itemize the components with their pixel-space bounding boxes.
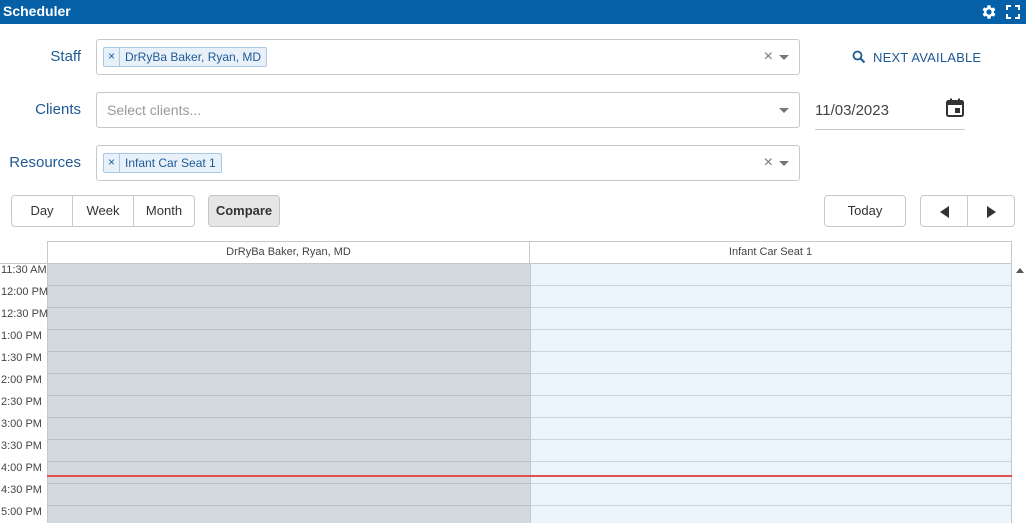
time-row: 4:00 PM <box>0 462 1012 484</box>
next-available-label: NEXT AVAILABLE <box>873 50 982 65</box>
calendar-icon[interactable] <box>946 98 964 123</box>
resource-slot[interactable] <box>530 330 1012 352</box>
resource-slot[interactable] <box>530 462 1012 484</box>
time-row: 5:00 PM <box>0 506 1012 523</box>
time-label: 5:00 PM <box>1 506 42 518</box>
staff-slot[interactable] <box>47 352 530 374</box>
time-label: 12:00 PM <box>1 286 49 298</box>
resource-slot[interactable] <box>530 374 1012 396</box>
resource-slot[interactable] <box>530 264 1012 286</box>
resource-slot[interactable] <box>530 506 1012 523</box>
current-time-indicator <box>47 475 1012 477</box>
resource-slot[interactable] <box>530 396 1012 418</box>
resource-slot[interactable] <box>530 308 1012 330</box>
staff-slot[interactable] <box>47 374 530 396</box>
date-field[interactable]: 11/03/2023 <box>815 96 965 130</box>
time-row: 2:00 PM <box>0 374 1012 396</box>
time-label: 2:30 PM <box>1 396 42 408</box>
chevron-down-icon[interactable] <box>779 108 789 113</box>
clear-resources-icon[interactable]: × <box>764 154 773 172</box>
staff-label: Staff <box>50 48 81 65</box>
column-header-resource: Infant Car Seat 1 <box>529 241 1012 263</box>
staff-slot[interactable] <box>47 484 530 506</box>
previous-button[interactable] <box>920 195 968 227</box>
time-row: 3:00 PM <box>0 418 1012 440</box>
time-row: 12:00 PM <box>0 286 1012 308</box>
time-row: 1:30 PM <box>0 352 1012 374</box>
app-title: Scheduler <box>3 3 71 19</box>
staff-slot[interactable] <box>47 506 530 523</box>
expand-icon[interactable] <box>1004 3 1022 21</box>
time-label: 3:30 PM <box>1 440 42 452</box>
staff-slot[interactable] <box>47 330 530 352</box>
resource-slot[interactable] <box>530 484 1012 506</box>
day-view-button[interactable]: Day <box>11 195 73 227</box>
title-bar: Scheduler <box>0 0 1026 24</box>
staff-slot[interactable] <box>47 396 530 418</box>
arrow-right-icon <box>986 205 996 218</box>
staff-slot[interactable] <box>47 264 530 286</box>
time-label: 11:30 AM <box>1 264 47 276</box>
clients-placeholder: Select clients... <box>107 102 202 118</box>
staff-chip-label: DrRyBa Baker, Ryan, MD <box>125 50 262 64</box>
next-button[interactable] <box>967 195 1015 227</box>
time-row: 3:30 PM <box>0 440 1012 462</box>
week-view-button[interactable]: Week <box>72 195 134 227</box>
compare-view-button[interactable]: Compare <box>208 195 280 227</box>
chevron-down-icon[interactable] <box>779 161 789 166</box>
staff-slot[interactable] <box>47 308 530 330</box>
clients-label: Clients <box>35 101 81 118</box>
chip-remove-icon[interactable]: × <box>104 154 120 172</box>
staff-select[interactable]: × DrRyBa Baker, Ryan, MD × <box>96 39 800 75</box>
resource-slot[interactable] <box>530 352 1012 374</box>
time-label: 4:00 PM <box>1 462 42 474</box>
time-label: 2:00 PM <box>1 374 42 386</box>
month-view-button[interactable]: Month <box>133 195 195 227</box>
resource-slot[interactable] <box>530 418 1012 440</box>
column-header-staff: DrRyBa Baker, Ryan, MD <box>47 241 530 263</box>
time-row: 4:30 PM <box>0 484 1012 506</box>
time-label: 12:30 PM <box>1 308 49 320</box>
scrollbar[interactable] <box>1012 263 1026 523</box>
today-button[interactable]: Today <box>824 195 906 227</box>
time-row: 11:30 AM <box>0 264 1012 286</box>
arrow-left-icon <box>939 205 949 218</box>
search-icon <box>852 50 866 64</box>
clients-select[interactable]: Select clients... <box>96 92 800 128</box>
scroll-up-icon[interactable] <box>1016 268 1024 273</box>
staff-slot[interactable] <box>47 440 530 462</box>
staff-chip: × DrRyBa Baker, Ryan, MD <box>103 47 268 67</box>
chevron-down-icon[interactable] <box>779 55 789 60</box>
resource-chip-label: Infant Car Seat 1 <box>125 156 216 170</box>
resource-chip: × Infant Car Seat 1 <box>103 153 222 173</box>
resources-select[interactable]: × Infant Car Seat 1 × <box>96 145 800 181</box>
time-row: 12:30 PM <box>0 308 1012 330</box>
time-rows: 11:30 AM 12:00 PM 12:30 PM 1:00 PM 1:30 PM 2:… <box>0 263 1012 523</box>
resources-label: Resources <box>9 154 81 171</box>
time-row: 2:30 PM <box>0 396 1012 418</box>
staff-slot[interactable] <box>47 462 530 484</box>
time-label: 1:00 PM <box>1 330 42 342</box>
time-label: 4:30 PM <box>1 484 42 496</box>
calendar-grid: DrRyBa Baker, Ryan, MD Infant Car Seat 1… <box>0 241 1026 523</box>
time-label: 3:00 PM <box>1 418 42 430</box>
clear-staff-icon[interactable]: × <box>764 48 773 66</box>
staff-slot[interactable] <box>47 418 530 440</box>
chip-remove-icon[interactable]: × <box>104 48 120 66</box>
time-row: 1:00 PM <box>0 330 1012 352</box>
time-label: 1:30 PM <box>1 352 42 364</box>
resource-slot[interactable] <box>530 286 1012 308</box>
resource-slot[interactable] <box>530 440 1012 462</box>
staff-slot[interactable] <box>47 286 530 308</box>
date-value[interactable]: 11/03/2023 <box>815 102 889 119</box>
gear-icon[interactable] <box>980 3 998 21</box>
